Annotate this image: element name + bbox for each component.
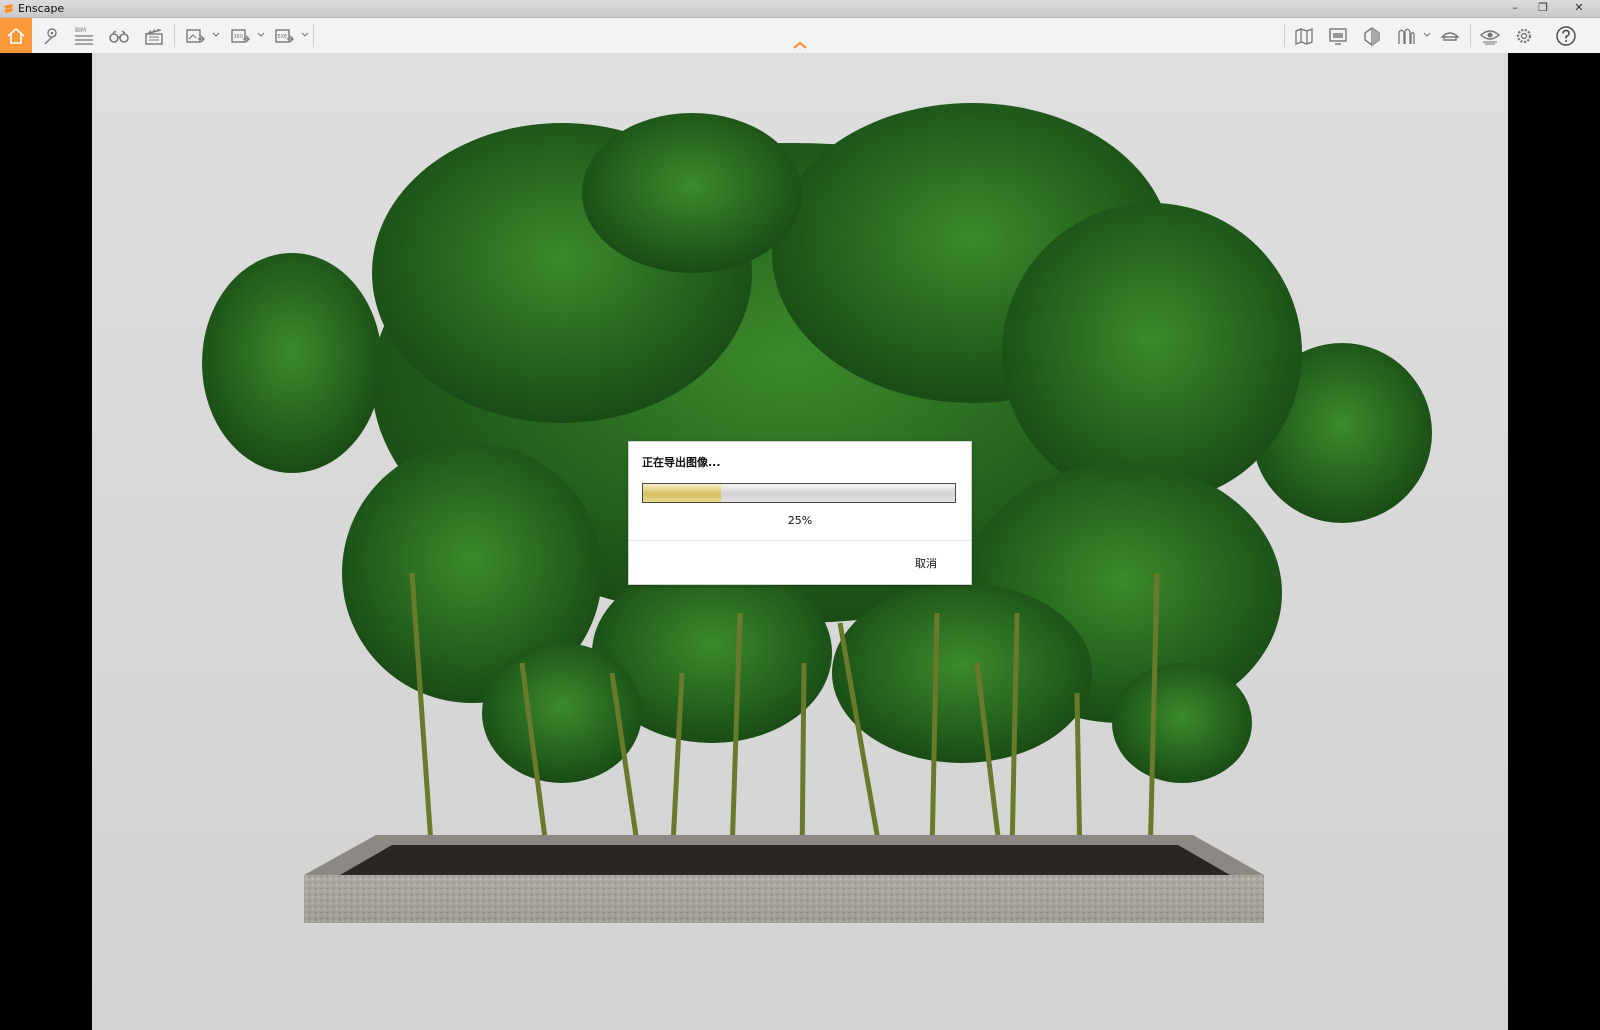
section-icon	[1364, 26, 1380, 46]
home-icon	[7, 27, 25, 44]
settings-gear-icon	[1516, 28, 1532, 43]
help-button[interactable]	[1550, 18, 1582, 53]
toolbar-separator	[1470, 24, 1471, 47]
window-title: Enscape	[18, 2, 65, 15]
export-progress-dialog: 正在导出图像... 25% 取消	[628, 441, 972, 585]
presentation-icon	[1329, 27, 1347, 45]
visual-settings-button[interactable]	[1474, 18, 1506, 53]
chevron-down-icon[interactable]	[301, 31, 309, 39]
stone-planter	[304, 835, 1264, 923]
export-exe-icon: EXE	[275, 28, 294, 43]
settings-button[interactable]	[1508, 18, 1540, 53]
screenshot-export-icon	[186, 28, 205, 43]
chevron-down-icon[interactable]	[212, 31, 220, 39]
video-editor-button[interactable]	[138, 18, 170, 53]
dialog-divider	[629, 540, 971, 541]
visual-settings-icon	[1479, 29, 1501, 44]
asset-library-icon	[1398, 28, 1415, 44]
map-icon	[1295, 27, 1313, 45]
viewport-letterbox-left	[0, 53, 92, 1030]
screenshot-export-button[interactable]	[179, 18, 211, 53]
hat-icon	[1440, 31, 1460, 41]
location-pin-button[interactable]	[34, 18, 66, 53]
asset-library-button[interactable]	[1390, 18, 1422, 53]
export-exe-button[interactable]: EXE	[268, 18, 300, 53]
toolbar-separator	[1284, 24, 1285, 47]
toolbar-separator	[174, 24, 175, 47]
section-button[interactable]	[1356, 18, 1388, 53]
restore-icon[interactable]: ❐	[1532, 0, 1554, 15]
map-button[interactable]	[1288, 18, 1320, 53]
presentation-button[interactable]	[1322, 18, 1354, 53]
progress-bar-fill	[643, 484, 721, 502]
pano-label: 360	[234, 34, 244, 40]
dialog-title: 正在导出图像...	[642, 456, 721, 469]
bim-label: BIM	[75, 27, 86, 34]
binoculars-button[interactable]	[103, 18, 135, 53]
chevron-up-icon[interactable]	[792, 40, 808, 50]
exe-label: EXE	[278, 34, 288, 40]
progress-bar	[642, 483, 956, 503]
bim-button[interactable]: BIM	[68, 18, 100, 53]
viewport-letterbox-right	[1508, 53, 1600, 1030]
enscape-logo-icon	[4, 4, 13, 13]
toolbar-separator	[313, 24, 314, 47]
bim-list-icon: BIM	[75, 27, 93, 45]
chevron-down-icon[interactable]	[1423, 31, 1431, 39]
cancel-button[interactable]: 取消	[915, 555, 937, 571]
chevron-down-icon[interactable]	[257, 31, 265, 39]
export-360-button[interactable]: 360	[224, 18, 256, 53]
title-bar: Enscape – ❐ ✕	[0, 0, 1600, 18]
hat-button[interactable]	[1434, 18, 1466, 53]
binoculars-icon	[109, 29, 129, 43]
minimize-icon[interactable]: –	[1504, 0, 1526, 15]
location-pin-icon	[44, 27, 57, 44]
clapperboard-icon	[145, 28, 163, 45]
close-icon[interactable]: ✕	[1568, 0, 1590, 15]
home-button[interactable]	[0, 18, 32, 53]
progress-percent: 25%	[787, 514, 813, 527]
export-360-icon: 360	[231, 28, 250, 43]
help-icon	[1556, 25, 1576, 46]
